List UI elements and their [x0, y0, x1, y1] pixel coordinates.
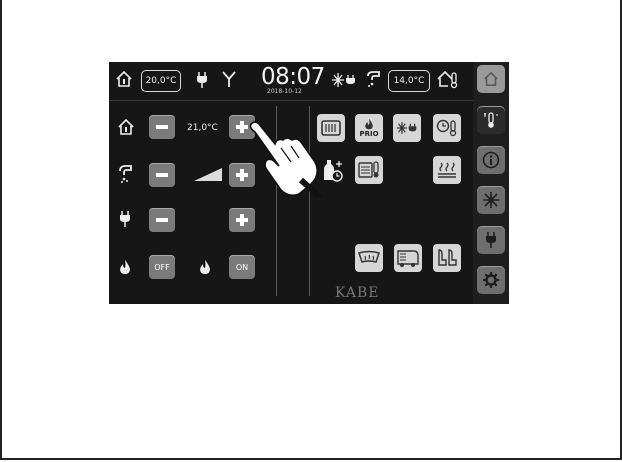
water-decrease-button[interactable] — [149, 163, 175, 187]
windshield-defrost-tile[interactable] — [355, 244, 383, 272]
antenna-icon — [222, 71, 236, 87]
set-temperature: 21,0°C — [187, 123, 218, 133]
temp-decrease-button[interactable] — [149, 115, 175, 139]
clock-thermometer-icon — [436, 119, 457, 137]
sidebar — [473, 62, 509, 304]
control-panel-screen: 20,0°C 08:07 2018-10-12 14,0°C 21,0°C OF… — [109, 62, 509, 304]
outside-home-thermometer-icon — [437, 70, 458, 89]
home-thermometer-icon — [116, 70, 132, 87]
gear-icon — [483, 272, 499, 288]
snowflake-icon — [483, 192, 499, 208]
info-icon — [482, 151, 500, 169]
timer-temp-tile[interactable] — [433, 114, 461, 142]
heater-thermometer-icon — [358, 161, 379, 178]
snowflake-plug-icon — [332, 73, 355, 87]
prio-tile[interactable]: PRIO — [355, 114, 383, 142]
water-tap-icon — [367, 71, 380, 87]
plug-icon — [486, 232, 496, 248]
clock-time: 08:07 — [261, 64, 325, 90]
brand-logo: KABE — [335, 285, 380, 301]
prio-label: PRIO — [359, 130, 379, 138]
electric-plug-icon — [120, 211, 130, 227]
power-decrease-button[interactable] — [149, 208, 175, 232]
outside-temperature: 14,0°C — [388, 70, 430, 92]
flame-icon — [365, 118, 373, 130]
windshield-icon — [358, 250, 380, 263]
gas-off-button[interactable]: OFF — [149, 255, 175, 279]
gas-on-button[interactable]: ON — [229, 255, 255, 279]
plug-icon — [197, 72, 207, 88]
power-increase-button[interactable] — [229, 208, 255, 232]
status-bar: 20,0°C 08:07 2018-10-12 14,0°C — [109, 62, 473, 101]
sidebar-item-power[interactable] — [477, 226, 505, 254]
motorhome-tile[interactable] — [394, 244, 422, 272]
sidebar-item-info[interactable] — [477, 146, 505, 174]
home-icon — [484, 71, 498, 87]
sidebar-item-heating[interactable] — [477, 106, 505, 134]
ac-plug-tile[interactable] — [393, 114, 421, 142]
sidebar-item-settings[interactable] — [477, 266, 505, 294]
clock-date: 2018-10-12 — [267, 88, 302, 95]
heating-home-icon — [118, 118, 134, 135]
hand-pointer-icon — [249, 121, 324, 198]
sidebar-item-home[interactable] — [477, 65, 505, 93]
floor-heating-tile[interactable] — [433, 156, 461, 184]
thermometer-heat-icon — [484, 112, 498, 128]
heater-temp-tile[interactable] — [355, 156, 383, 184]
floor-heat-icon — [438, 162, 456, 178]
snowflake-plug-icon — [396, 122, 417, 134]
level-ramp-icon — [194, 168, 222, 181]
sidebar-item-cooling[interactable] — [477, 186, 505, 214]
seat-heating-tile[interactable] — [433, 244, 461, 272]
seat-icon — [438, 249, 457, 266]
motorhome-icon — [397, 250, 419, 267]
inside-temperature: 20,0°C — [141, 70, 181, 92]
flame-icon — [200, 260, 210, 274]
hot-water-tap-icon — [119, 165, 132, 183]
flame-icon — [120, 260, 130, 274]
